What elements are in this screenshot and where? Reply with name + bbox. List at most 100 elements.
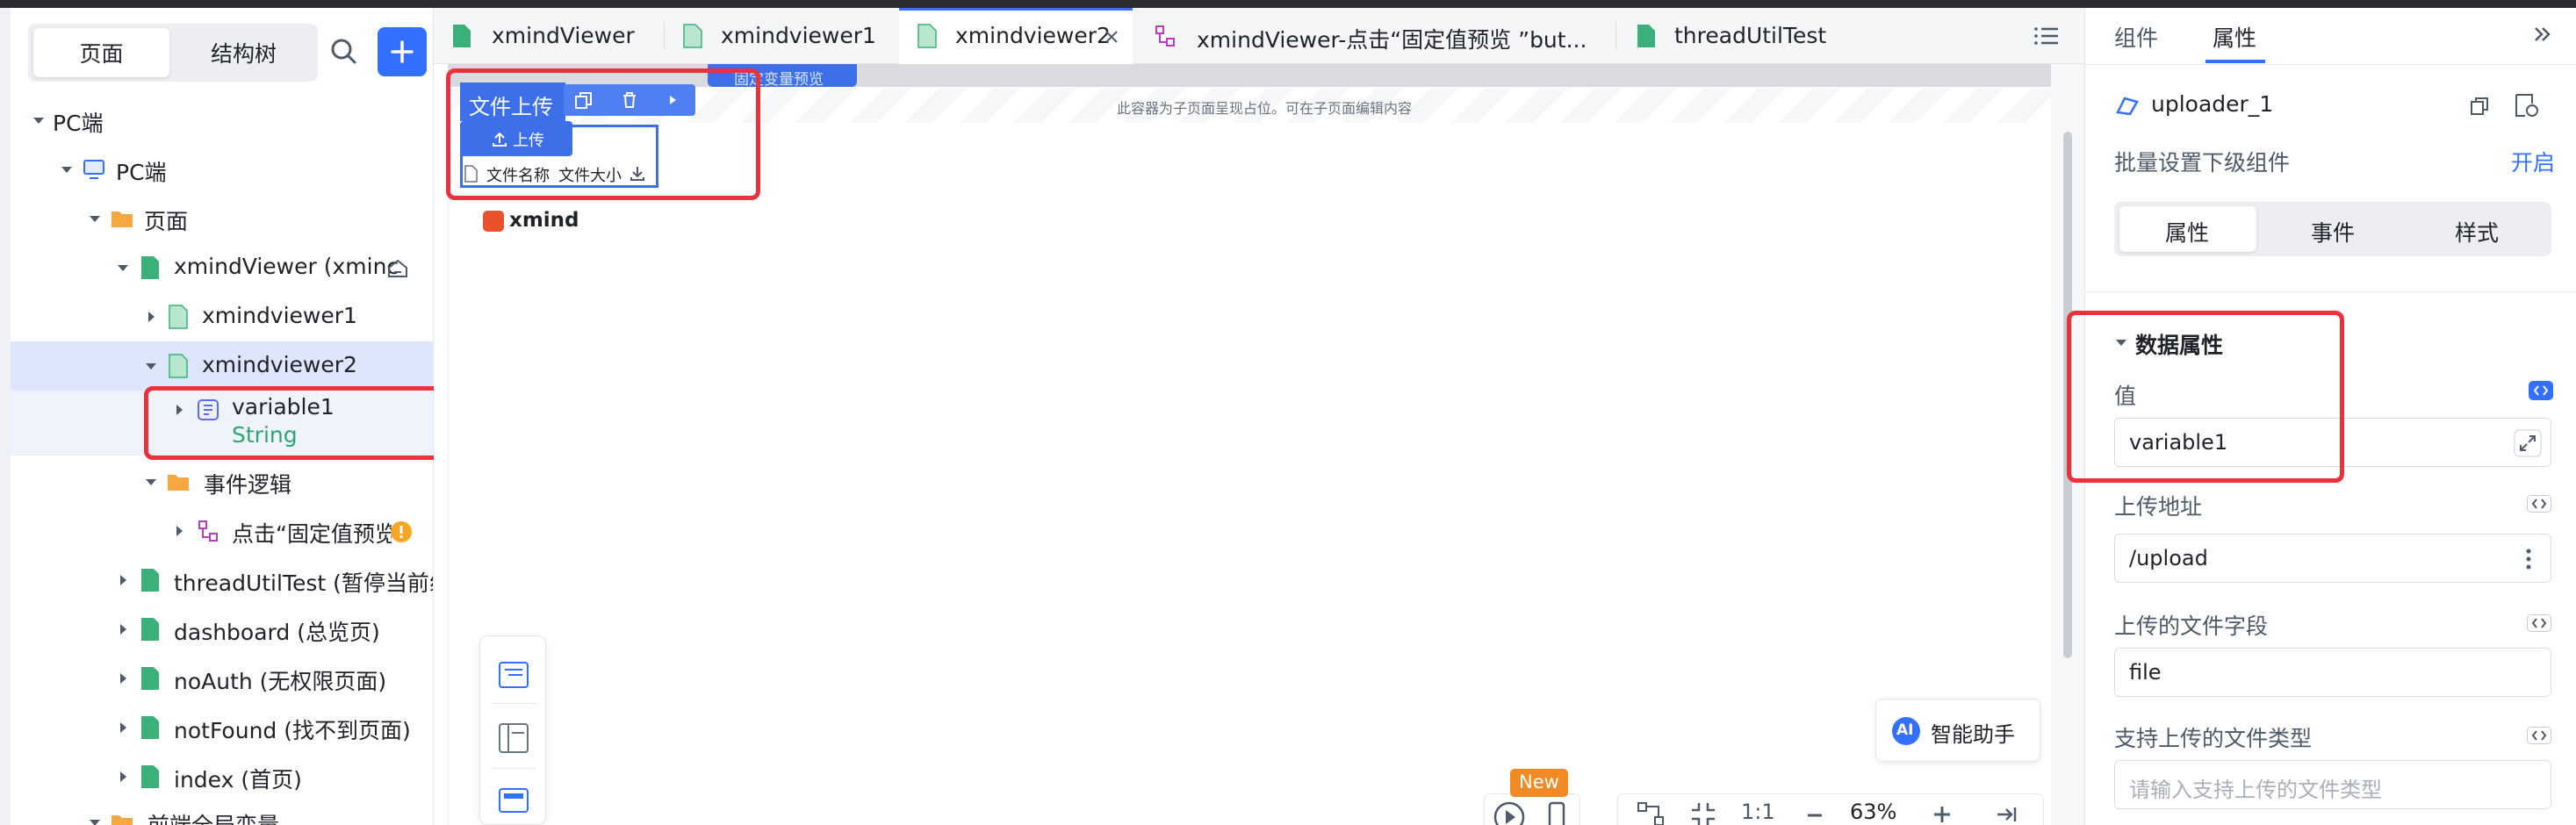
zoom-in-icon[interactable] xyxy=(1931,803,1954,825)
collapse-panel-icon[interactable] xyxy=(1994,803,2018,825)
connector-icon[interactable] xyxy=(1636,800,1666,825)
subtab-events[interactable]: 事件 xyxy=(2311,216,2355,248)
caret-down-icon[interactable] xyxy=(142,473,160,491)
ai-assistant-label: 智能助手 xyxy=(1931,722,2015,747)
plus-icon xyxy=(391,40,414,63)
highlight-box-value xyxy=(2067,311,2344,483)
tree-node-xmindviewer[interactable]: xmindViewer (xminc xyxy=(11,243,433,292)
panel-tab-components[interactable]: 组件 xyxy=(2114,21,2158,53)
new-badge-text: New xyxy=(1519,771,1559,793)
tree-node-notfound[interactable]: notFound (找不到页面) xyxy=(11,703,433,752)
caret-down-icon[interactable] xyxy=(142,357,160,375)
tab-xmindviewer2[interactable]: xmindviewer2 xyxy=(899,8,1133,64)
batch-setting-label: 批量设置下级组件 xyxy=(2114,150,2291,176)
caret-right-icon[interactable] xyxy=(114,670,132,687)
caret-down-icon[interactable] xyxy=(58,161,76,178)
caret-down-icon[interactable] xyxy=(30,111,47,129)
settings-doc-icon[interactable] xyxy=(2513,91,2541,119)
tree-label: xmindviewer1 xyxy=(202,303,357,328)
left-gutter xyxy=(0,8,11,825)
active-tab-indicator xyxy=(2205,60,2265,63)
tree-label: 事件逻辑 xyxy=(204,472,292,498)
copy-icon[interactable] xyxy=(2469,95,2492,118)
code-icon[interactable] xyxy=(2527,727,2551,744)
code-icon[interactable] xyxy=(2527,614,2551,632)
close-icon[interactable] xyxy=(1103,28,1120,46)
folder-icon xyxy=(168,475,189,491)
file-field-input[interactable]: file xyxy=(2114,648,2551,697)
tree-label: PC端 xyxy=(53,111,104,136)
segment-structure-tree[interactable]: 结构树 xyxy=(176,28,312,77)
tab-xmindviewer1[interactable]: xmindviewer1 xyxy=(665,8,898,64)
zoom-ratio-button[interactable]: 1:1 xyxy=(1741,800,1775,824)
uploader-component-icon xyxy=(2116,97,2139,116)
tree-node-index[interactable]: index (首页) xyxy=(11,752,433,801)
caret-down-icon[interactable] xyxy=(86,814,104,825)
folder-icon xyxy=(112,815,133,825)
tree-node-global-vars[interactable]: 前端全局变量 xyxy=(11,801,433,825)
more-icon[interactable] xyxy=(2524,547,2533,571)
tree-label: threadUtilTest (暂停当前线 xyxy=(174,570,434,596)
tree-label: notFound (找不到页面) xyxy=(174,718,411,743)
add-page-button[interactable] xyxy=(378,27,427,76)
bind-expression-icon[interactable] xyxy=(2529,381,2553,400)
tree-node-event-logic[interactable]: 事件逻辑 xyxy=(11,457,433,506)
zoom-out-icon[interactable] xyxy=(1804,805,1825,825)
tree-node-xmindviewer1[interactable]: xmindviewer1 xyxy=(11,292,433,341)
tab-label: xmindviewer1 xyxy=(721,23,876,48)
caret-right-icon[interactable] xyxy=(114,768,132,786)
page-file-icon xyxy=(1637,25,1655,47)
tree-label: 前端全局变量 xyxy=(148,808,279,825)
layout-view-icon[interactable] xyxy=(496,721,531,756)
ai-assistant-button[interactable]: AI 智能助手 xyxy=(1875,699,2040,762)
segment-pages[interactable]: 页面 xyxy=(33,28,169,77)
device-preview-icon[interactable] xyxy=(1539,800,1574,825)
editor-tab-bar: xmindViewer xmindviewer1 xmindviewer2 xm… xyxy=(434,8,2084,64)
file-types-input[interactable]: 请输入支持上传的文件类型 xyxy=(2114,760,2551,809)
subtab-styles[interactable]: 样式 xyxy=(2455,216,2499,248)
caret-right-icon[interactable] xyxy=(114,571,132,589)
tree-node-threadutiltest[interactable]: threadUtilTest (暂停当前线 xyxy=(11,556,434,605)
home-icon[interactable] xyxy=(386,257,409,280)
caret-right-icon[interactable] xyxy=(114,621,132,638)
ai-badge-text: AI xyxy=(1896,721,1914,739)
tree-label: xmindViewer (xminc xyxy=(174,254,399,279)
tab-logic[interactable]: xmindViewer-点击“固定值预览 ”but... xyxy=(1133,8,1615,64)
outline-view-icon[interactable] xyxy=(496,657,531,692)
subtab-attributes[interactable]: 属性 xyxy=(2119,206,2256,252)
tab-threadutiltest[interactable]: threadUtilTest xyxy=(1616,8,1880,64)
collapse-right-icon[interactable] xyxy=(2530,23,2553,46)
tab-list-icon[interactable] xyxy=(2033,24,2060,48)
tree-node-dashboard[interactable]: dashboard (总览页) xyxy=(11,605,433,654)
expand-icon[interactable] xyxy=(2514,429,2542,457)
preview-controls xyxy=(1484,793,1580,825)
search-icon[interactable] xyxy=(325,32,363,71)
tree-label: dashboard (总览页) xyxy=(174,620,380,645)
caret-right-icon[interactable] xyxy=(114,719,132,736)
tree-node-pc[interactable]: PC端 xyxy=(11,145,433,194)
panel-tab-properties[interactable]: 属性 xyxy=(2213,21,2256,53)
ai-icon: AI xyxy=(1892,717,1920,745)
caret-down-icon[interactable] xyxy=(114,259,132,276)
highlight-box-uploader xyxy=(446,68,760,200)
tree-node-xmindviewer2[interactable]: xmindviewer2 xyxy=(11,341,433,391)
page-file-icon xyxy=(453,25,471,47)
component-view-icon[interactable] xyxy=(496,784,531,819)
tab-label: xmindViewer-点击“固定值预览 ”but... xyxy=(1197,27,1587,53)
tree-node-click-logic[interactable]: 点击“固定值预览 xyxy=(11,506,433,556)
tree-node-pc-root[interactable]: PC端 xyxy=(11,96,433,145)
batch-setting-enable-link[interactable]: 开启 xyxy=(2511,146,2555,177)
xmind-logo-icon xyxy=(483,211,504,232)
caret-right-icon[interactable] xyxy=(142,308,160,326)
play-icon[interactable] xyxy=(1492,800,1527,825)
caret-right-icon[interactable] xyxy=(170,522,188,540)
code-icon[interactable] xyxy=(2527,495,2551,513)
tree-node-pages-folder[interactable]: 页面 xyxy=(11,194,433,243)
fit-screen-icon[interactable] xyxy=(1688,800,1718,825)
upload-url-input[interactable]: /upload xyxy=(2114,534,2551,583)
caret-down-icon[interactable] xyxy=(86,210,104,227)
tab-xmindviewer[interactable]: xmindViewer xyxy=(434,8,664,64)
xmind-logo-text: xmind xyxy=(509,209,579,232)
new-badge: New xyxy=(1510,769,1568,797)
tree-node-noauth[interactable]: noAuth (无权限页面) xyxy=(11,654,433,703)
